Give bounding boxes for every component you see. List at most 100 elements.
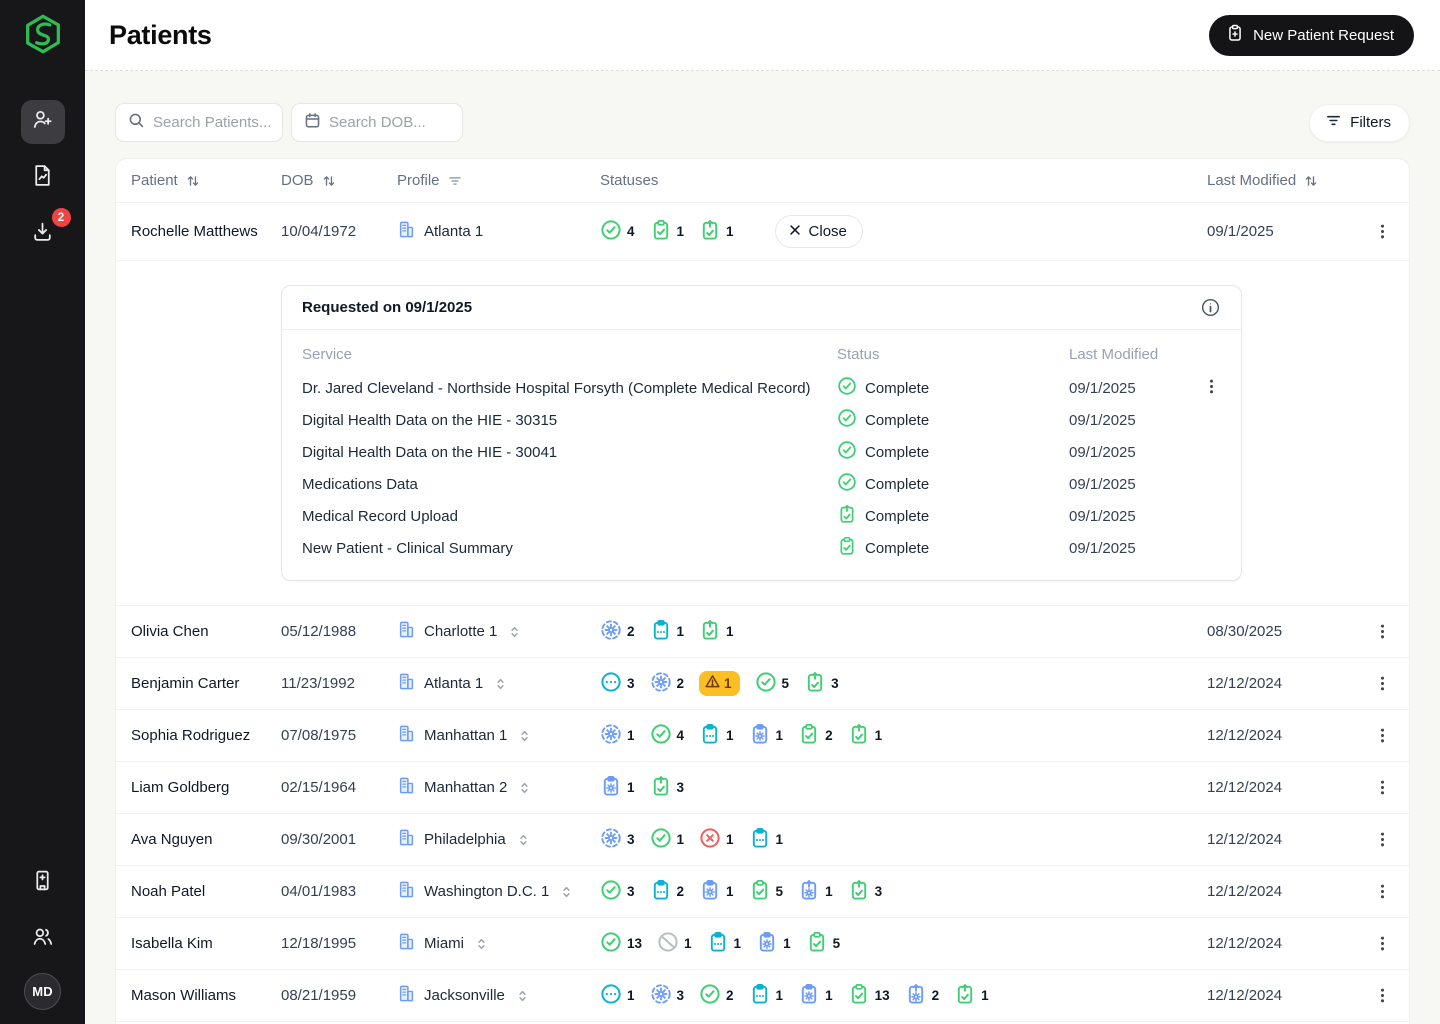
status-chip[interactable]: 5 [806, 931, 841, 957]
profile-selector-icon[interactable] [474, 936, 489, 952]
profile-selector-icon[interactable] [517, 780, 532, 796]
table-row[interactable]: Benjamin Carter11/23/1992Atlanta 1321531… [116, 657, 1409, 709]
filters-button[interactable]: Filters [1309, 104, 1410, 142]
status-warning-badge[interactable]: 1 [699, 671, 740, 696]
row-menu-button[interactable] [1355, 778, 1409, 797]
row-menu-button[interactable] [1355, 726, 1409, 745]
service-row[interactable]: Dr. Jared Cleveland - Northside Hospital… [302, 372, 1221, 404]
profile-selector-icon[interactable] [516, 832, 531, 848]
table-row[interactable]: Liam Goldberg02/15/1964Manhattan 21312/1… [116, 761, 1409, 813]
user-avatar[interactable]: MD [24, 973, 61, 1010]
status-chip[interactable]: 4 [650, 723, 685, 749]
table-row[interactable]: Sophia Rodriguez07/08/1975Manhattan 1141… [116, 709, 1409, 761]
sort-last-modified-icon[interactable] [1303, 173, 1319, 189]
status-chip[interactable]: 5 [755, 671, 790, 697]
status-chip[interactable]: 1 [749, 723, 784, 749]
sidebar-item-patients[interactable] [21, 100, 65, 144]
status-chip[interactable]: 1 [600, 775, 635, 801]
sidebar-item-downloads[interactable]: 2 [21, 212, 65, 256]
status-chip[interactable]: 1 [707, 931, 742, 957]
sidebar-item-team[interactable] [21, 917, 65, 961]
status-chip[interactable]: 1 [699, 219, 734, 245]
profile-selector-icon[interactable] [517, 728, 532, 744]
status-chip[interactable]: 1 [749, 827, 784, 853]
table-row[interactable]: Ava Nguyen09/30/2001Philadelphia311112/1… [116, 813, 1409, 865]
status-chip[interactable]: 1 [798, 879, 833, 905]
service-row[interactable]: Digital Health Data on the HIE - 30315Co… [302, 404, 1221, 436]
status-chip[interactable]: 3 [650, 775, 685, 801]
info-icon[interactable] [1200, 297, 1221, 318]
table-row[interactable]: Mason Williams08/21/1959Jacksonville1321… [116, 969, 1409, 1021]
patient-dob: 04/01/1983 [281, 883, 397, 900]
row-menu-button[interactable] [1355, 622, 1409, 641]
service-row[interactable]: Digital Health Data on the HIE - 30041Co… [302, 436, 1221, 468]
status-chip[interactable]: 13 [848, 983, 890, 1009]
row-menu-button[interactable] [1355, 830, 1409, 849]
status-count: 4 [677, 728, 685, 743]
sidebar-item-reports[interactable] [21, 156, 65, 200]
search-patients-box[interactable] [115, 103, 283, 142]
status-chip[interactable]: 4 [600, 219, 635, 245]
status-chip[interactable]: 1 [650, 619, 685, 645]
status-chip[interactable]: 1 [650, 219, 685, 245]
search-dob-input[interactable] [329, 114, 450, 131]
status-chip[interactable]: 1 [798, 983, 833, 1009]
service-status-label: Complete [865, 380, 929, 397]
profile-selector-icon[interactable] [493, 676, 508, 692]
building-icon [397, 776, 416, 799]
status-chip[interactable]: 3 [650, 983, 685, 1009]
status-chip[interactable]: 2 [699, 983, 734, 1009]
sort-patient-icon[interactable] [185, 173, 201, 189]
status-chip[interactable]: 1 [954, 983, 989, 1009]
status-count: 1 [776, 728, 784, 743]
sidebar-item-facilities[interactable] [21, 861, 65, 905]
service-row[interactable]: New Patient - Clinical SummaryComplete09… [302, 532, 1221, 564]
close-expanded-button[interactable]: Close [775, 215, 863, 248]
status-chip[interactable]: 2 [650, 671, 685, 697]
status-chip[interactable]: 1 [699, 619, 734, 645]
service-row[interactable]: Medical Record UploadComplete09/1/2025 [302, 500, 1221, 532]
status-chip[interactable]: 1 [650, 827, 685, 853]
status-chip[interactable]: 2 [650, 879, 685, 905]
row-menu-button[interactable] [1355, 674, 1409, 693]
status-chip[interactable]: 1 [600, 723, 635, 749]
status-chip[interactable]: 2 [600, 619, 635, 645]
search-patients-input[interactable] [153, 114, 270, 131]
status-chip[interactable]: 3 [804, 671, 839, 697]
filter-profile-icon[interactable] [447, 173, 463, 189]
status-chip[interactable]: 3 [600, 879, 635, 905]
status-chip[interactable]: 1 [699, 879, 734, 905]
row-menu-button[interactable] [1355, 934, 1409, 953]
status-chip[interactable]: 1 [699, 723, 734, 749]
status-chip[interactable]: 1 [848, 723, 883, 749]
status-chip[interactable]: 3 [600, 827, 635, 853]
status-chip[interactable]: 1 [756, 931, 791, 957]
brand-logo[interactable] [19, 10, 67, 58]
service-menu-button[interactable] [1202, 377, 1221, 400]
row-menu-button[interactable] [1355, 986, 1409, 1005]
status-chip[interactable]: 1 [600, 983, 635, 1009]
status-chip[interactable]: 1 [657, 931, 692, 957]
status-chip[interactable]: 3 [848, 879, 883, 905]
status-chip[interactable]: 13 [600, 931, 642, 957]
status-chip[interactable]: 1 [699, 827, 734, 853]
table-row[interactable]: Rochelle Matthews10/04/1972Atlanta 1411C… [116, 202, 1409, 260]
status-chip[interactable]: 5 [749, 879, 784, 905]
new-patient-request-button[interactable]: New Patient Request [1209, 15, 1414, 56]
table-row[interactable]: Noah Patel04/01/1983Washington D.C. 1321… [116, 865, 1409, 917]
profile-selector-icon[interactable] [507, 624, 522, 640]
status-chip[interactable]: 3 [600, 671, 635, 697]
sort-dob-icon[interactable] [321, 173, 337, 189]
status-chip[interactable]: 2 [798, 723, 833, 749]
status-chip[interactable]: 2 [905, 983, 940, 1009]
status-chip[interactable]: 1 [749, 983, 784, 1009]
profile-selector-icon[interactable] [515, 988, 530, 1004]
row-menu-button[interactable] [1355, 222, 1409, 241]
search-dob-box[interactable] [291, 103, 463, 142]
profile-selector-icon[interactable] [559, 884, 574, 900]
service-row[interactable]: Medications DataComplete09/1/2025 [302, 468, 1221, 500]
table-row[interactable]: Olivia Chen05/12/1988Charlotte 121108/30… [116, 605, 1409, 657]
table-row[interactable]: Isabella Kim12/18/1995Miami13111512/12/2… [116, 917, 1409, 969]
row-menu-button[interactable] [1355, 882, 1409, 901]
gear-circle-icon [650, 983, 672, 1009]
